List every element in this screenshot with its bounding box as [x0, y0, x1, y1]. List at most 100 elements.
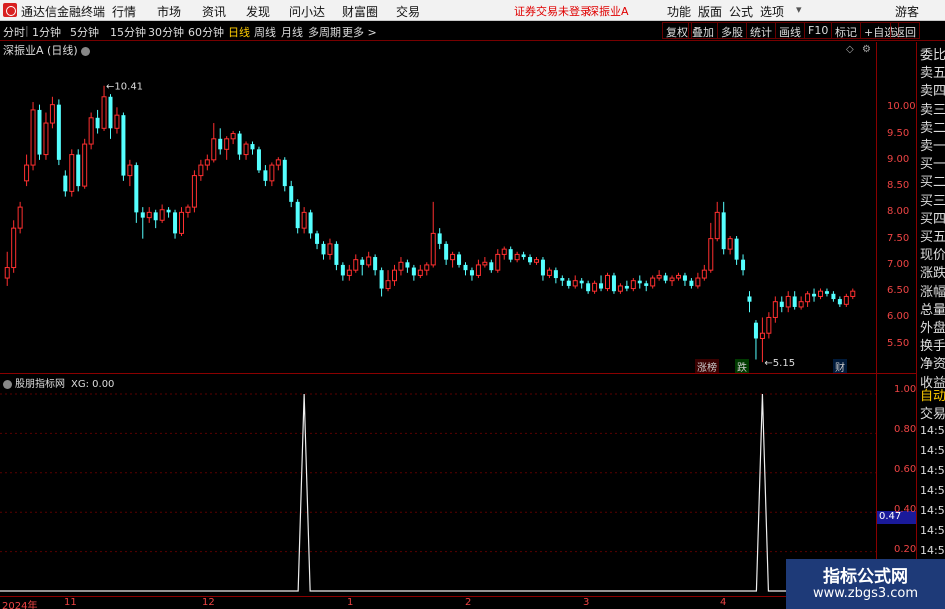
- side-label[interactable]: 买三: [920, 190, 945, 209]
- menu-zixun[interactable]: 资讯: [202, 3, 226, 20]
- menu-gongshi[interactable]: 公式: [729, 3, 753, 20]
- tab-more[interactable]: 更多 >: [342, 24, 377, 40]
- candle-body: [837, 299, 842, 305]
- side-label[interactable]: 卖一: [920, 135, 945, 154]
- tab-daily[interactable]: 日线: [228, 24, 250, 40]
- candle-body: [191, 175, 197, 208]
- tab-weekly[interactable]: 周线: [254, 24, 276, 40]
- tab-30min[interactable]: 30分钟: [148, 24, 184, 40]
- tab-15min[interactable]: 15分钟: [110, 24, 146, 40]
- candle-body: [579, 280, 584, 284]
- indicator-chart[interactable]: [0, 386, 876, 596]
- tab-5min[interactable]: 5分钟: [70, 24, 99, 40]
- candle-body: [514, 253, 520, 261]
- side-label[interactable]: 买五: [920, 226, 945, 245]
- date-label: 2024年: [2, 601, 38, 609]
- candles-group: [4, 85, 856, 363]
- side-label[interactable]: 净资: [920, 353, 945, 372]
- low-price-label: ←5.15: [764, 358, 795, 369]
- draw-line-button[interactable]: 画线: [775, 22, 805, 39]
- side-label[interactable]: 卖五: [920, 62, 945, 81]
- candlestick-chart[interactable]: ←10.41 ←5.15: [0, 42, 876, 374]
- menu-wenxiaoda[interactable]: 问小达: [289, 3, 325, 20]
- price-tick: 10.00: [887, 101, 916, 113]
- menu-hangqing[interactable]: 行情: [112, 3, 136, 20]
- tab-1min[interactable]: 1分钟: [32, 24, 61, 40]
- date-axis: 2024年 11 12 1 2 3 4: [0, 596, 916, 609]
- user-label[interactable]: 游客: [895, 3, 919, 20]
- candle-body: [824, 291, 829, 294]
- tab-60min[interactable]: 60分钟: [188, 24, 224, 40]
- candle-body: [482, 261, 488, 266]
- price-tick: 8.50: [887, 180, 910, 192]
- candle-body: [263, 170, 268, 181]
- side-label[interactable]: 买一: [920, 153, 945, 172]
- tag-cai[interactable]: 财: [833, 359, 847, 374]
- candle-body: [82, 143, 88, 187]
- trade-status[interactable]: 证券交易未登录: [514, 3, 591, 19]
- side-label[interactable]: 买四: [920, 208, 945, 227]
- side-label[interactable]: 涨跌: [920, 262, 945, 281]
- menu-jiaoyi[interactable]: 交易: [396, 3, 420, 20]
- f10-button[interactable]: F10: [804, 22, 833, 39]
- price-tick: 7.50: [887, 232, 910, 244]
- dropdown-icon[interactable]: ▾: [796, 3, 802, 16]
- trade-time: 14:56: [920, 464, 945, 477]
- pane-divider[interactable]: [0, 373, 916, 374]
- app-name: 通达信金融终端: [21, 5, 106, 19]
- stats-button[interactable]: 统计: [746, 22, 776, 39]
- side-label[interactable]: 卖三: [920, 99, 945, 118]
- date-label: 4: [720, 597, 727, 608]
- candle-body: [805, 293, 811, 303]
- side-label[interactable]: 换手: [920, 335, 945, 354]
- candle-body: [843, 295, 849, 305]
- menu-faxian[interactable]: 发现: [246, 3, 270, 20]
- menu-xuanxiang[interactable]: 选项: [760, 3, 784, 20]
- mark-button[interactable]: 标记: [831, 22, 861, 39]
- side-label[interactable]: 总量: [920, 299, 945, 318]
- tab-fenshi[interactable]: 分时: [3, 24, 25, 40]
- candle-body: [663, 275, 668, 281]
- trade-time: 14:56: [920, 524, 945, 537]
- side-label[interactable]: 卖四: [920, 80, 945, 99]
- candle-body: [30, 109, 36, 166]
- candle-body: [644, 283, 649, 286]
- candle-body: [108, 96, 113, 129]
- candle-body: [437, 233, 442, 244]
- candle-body: [198, 164, 204, 177]
- candle-body: [572, 280, 578, 287]
- tab-multi-period[interactable]: 多周期: [308, 24, 341, 40]
- trade-time: 14:56: [920, 544, 945, 557]
- candle-body: [457, 254, 462, 265]
- tab-monthly[interactable]: 月线: [281, 24, 303, 40]
- candle-body: [553, 270, 558, 279]
- multi-stock-button[interactable]: 多股: [717, 22, 747, 39]
- candle-body: [734, 238, 739, 260]
- candle-body: [430, 232, 436, 266]
- side-label[interactable]: 现价: [920, 244, 945, 263]
- tag-zhangbang[interactable]: 涨榜: [695, 359, 719, 374]
- candle-body: [405, 262, 410, 268]
- candle-body: [424, 264, 430, 271]
- side-label[interactable]: 涨幅: [920, 281, 945, 300]
- side-label[interactable]: 委比: [920, 44, 945, 63]
- overlay-button[interactable]: 叠加: [688, 22, 718, 39]
- side-tab[interactable]: 交易: [920, 403, 945, 422]
- back-button[interactable]: 返回: [890, 22, 920, 39]
- candle-body: [753, 322, 758, 339]
- menu-banmian[interactable]: 版面: [698, 3, 722, 20]
- high-price-label: ←10.41: [106, 82, 143, 93]
- side-label[interactable]: 买二: [920, 171, 945, 190]
- menu-gongneng[interactable]: 功能: [667, 3, 691, 20]
- candle-body: [521, 254, 526, 258]
- candle-body: [373, 257, 378, 271]
- candle-body: [475, 264, 481, 276]
- menu-shichang[interactable]: 市场: [157, 3, 181, 20]
- candle-body: [450, 253, 456, 261]
- quote-side-panel: 委比 卖五 卖四 卖三 卖二 卖一 买一 买二 买三 买四 买五 现价 涨跌 涨幅 总量 外盘 换手 净资 收益 自动…: [916, 42, 945, 609]
- side-label[interactable]: 卖二: [920, 117, 945, 136]
- side-label[interactable]: 外盘: [920, 317, 945, 336]
- tag-die[interactable]: 跌: [735, 359, 749, 374]
- menu-caifuquan[interactable]: 财富圈: [342, 3, 378, 20]
- side-tab[interactable]: 自动: [920, 385, 945, 404]
